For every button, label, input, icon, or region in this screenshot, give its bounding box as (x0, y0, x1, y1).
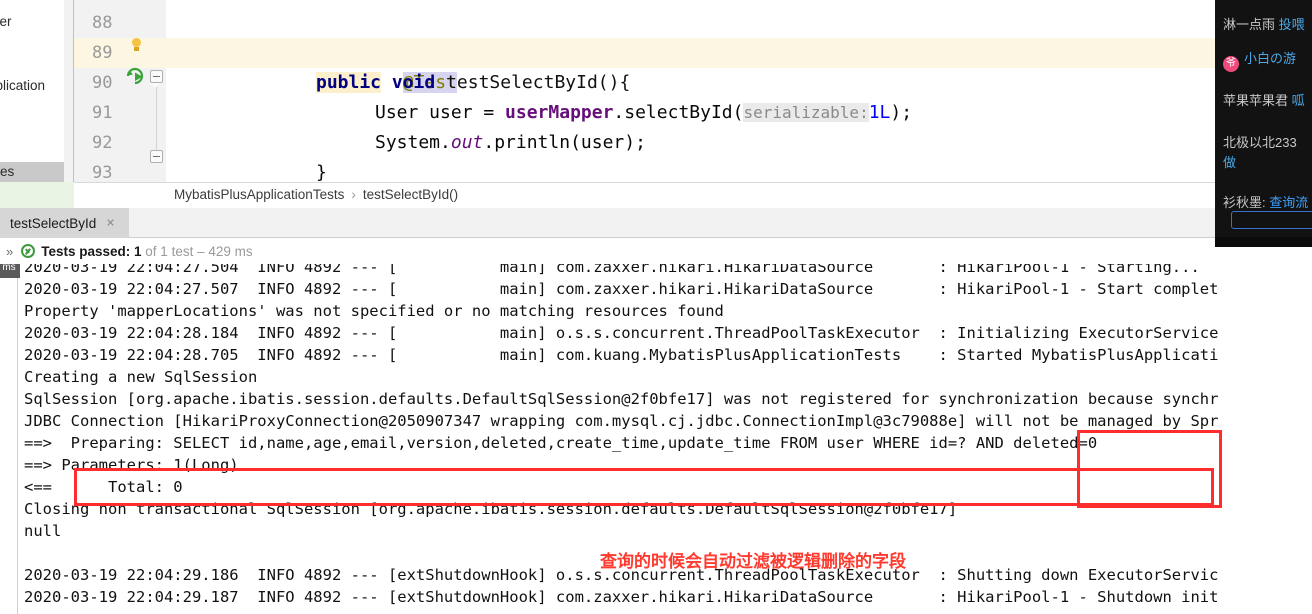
tests-of-label: of 1 test – (141, 243, 209, 259)
run-test-icon[interactable] (125, 66, 145, 86)
project-item-1[interactable]: pplication (0, 78, 45, 93)
code-line-select-call: User user = userMapper.selectById(serial… (375, 102, 913, 123)
parameter-hint: serializable: (743, 103, 869, 122)
breadcrumb[interactable]: MybatisPlusApplicationTests › testSelectBy… (174, 187, 458, 202)
breadcrumb-class[interactable]: MybatisPlusApplicationTests (174, 187, 344, 202)
red-annotation-note: 查询的时候会自动过滤被逻辑删除的字段 (600, 552, 906, 571)
console-line-7: JDBC Connection [HikariProxyConnection@2… (24, 412, 1219, 430)
check-circle-icon (21, 244, 36, 258)
preparing-sql-highlight-box (74, 468, 1214, 506)
fold-guide-line (156, 86, 157, 156)
console-line-1: 2020-03-19 22:04:27.507 INFO 4892 --- [ … (24, 280, 1219, 298)
editor-left-strip (0, 182, 74, 208)
fold-collapse-icon-bottom[interactable] (150, 150, 163, 163)
tab-test-select-by-id[interactable]: testSelectById × (0, 208, 129, 238)
console-line-8: ==> Preparing: SELECT id,name,age,email,… (24, 434, 1098, 452)
console-line-3: 2020-03-19 22:04:28.184 INFO 4892 --- [ … (24, 324, 1219, 342)
tests-passed-label: Tests passed: (41, 243, 135, 259)
chat-message-3: 北极以北233 (1223, 135, 1297, 150)
chat-message-4: 衫秋墨: 查询流 (1223, 195, 1309, 210)
chat-message-3-cont: 做 (1223, 155, 1237, 170)
editor-fold-column[interactable] (148, 0, 166, 182)
chat-input[interactable] (1231, 211, 1312, 229)
console-line-14: 2020-03-19 22:04:29.187 INFO 4892 --- [e… (24, 588, 1219, 606)
breadcrumb-separator-icon: › (351, 187, 356, 202)
console-rail-chip: ms (0, 264, 20, 278)
chat-message-2: 苹果苹果君 呱 (1223, 93, 1305, 108)
chat-message-1: 爷小白の游 (1223, 48, 1296, 72)
fold-collapse-icon-top[interactable] (150, 70, 163, 83)
fold-marker-tail (149, 83, 161, 88)
user-badge-icon: 爷 (1223, 56, 1239, 72)
live-chat-panel[interactable]: 淋一点雨 投喂 爷小白の游 苹果苹果君 呱 北极以北233 做 衫秋墨: 查询流 (1215, 0, 1312, 247)
tests-passed-count: 1 (134, 243, 142, 259)
chevron-expand-icon[interactable]: » (6, 244, 13, 259)
test-duration-unit: ms (230, 243, 253, 259)
console-line-2: Property 'mapperLocations' was not speci… (24, 302, 724, 320)
console-left-rail[interactable]: ms (0, 264, 20, 614)
console-line-0: 2020-03-19 22:04:27.504 INFO 4892 --- [ … (24, 264, 1200, 276)
console-line-5: Creating a new SqlSession (24, 368, 258, 386)
code-line-close-brace: } (316, 162, 327, 182)
chat-panel-footer (1215, 237, 1312, 247)
code-editor[interactable]: 87 88 89 90 91 92 93 94 (74, 0, 1215, 182)
test-status-bar: » Tests passed: 1 of 1 test – 429 ms (0, 238, 1312, 264)
chat-message-0: 淋一点雨 投喂 (1223, 17, 1305, 32)
console-line-12: null (24, 522, 62, 540)
code-line-println: System.out.println(user); (375, 132, 646, 153)
test-status-text: Tests passed: 1 of 1 test – 429 ms (41, 244, 252, 259)
console-line-6: SqlSession [org.apache.ibatis.session.de… (24, 390, 1219, 408)
breadcrumb-method[interactable]: testSelectById() (363, 187, 458, 202)
project-item-0[interactable]: per (0, 14, 12, 29)
ide-screenshot-root: per pplication es 87 88 89 90 91 92 93 9… (0, 0, 1312, 614)
close-icon[interactable]: × (106, 216, 114, 230)
test-duration: 429 (208, 243, 231, 259)
code-line-signature: public void testSelectById(){ (316, 72, 631, 93)
lightbulb-icon[interactable] (130, 38, 144, 54)
run-tab-row[interactable]: testSelectById × (0, 208, 1312, 238)
tab-label: testSelectById (10, 215, 97, 231)
console-line-4: 2020-03-19 22:04:28.705 INFO 4892 --- [ … (24, 346, 1219, 364)
code-line-annotation: @Test (166, 38, 1215, 93)
breadcrumb-bar: MybatisPlusApplicationTests › testSelectBy… (74, 182, 1215, 208)
editor-code-area[interactable]: // 测试查询 @Test public void testSelectById… (166, 0, 1215, 182)
project-item-2-selected[interactable]: es (0, 162, 74, 182)
code-line-comment: // 测试查询 (316, 8, 508, 63)
